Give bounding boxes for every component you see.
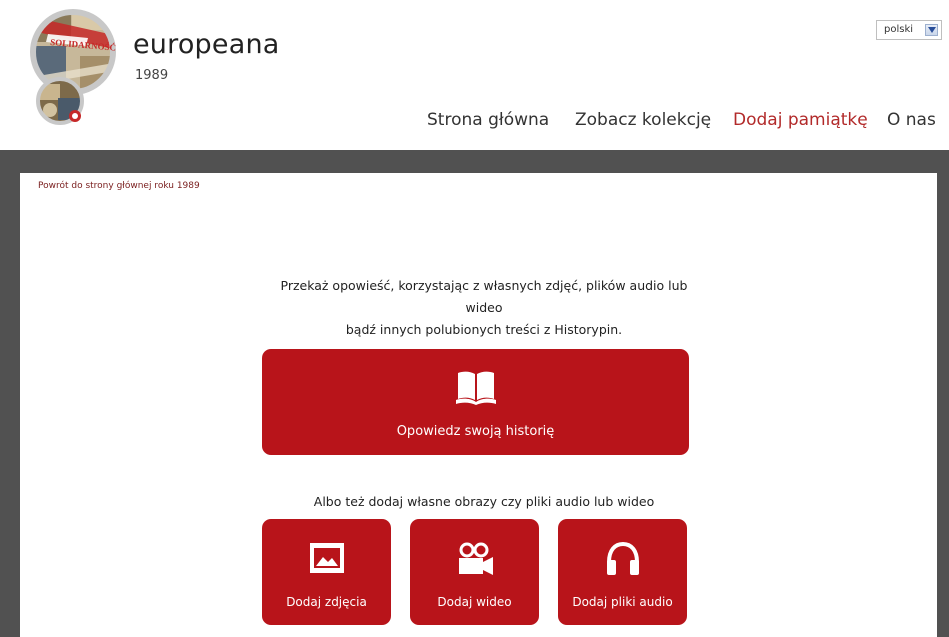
intro-line: wideo — [465, 300, 503, 315]
intro-line: bądź innych polubionych treści z History… — [345, 322, 623, 337]
nav-item-add-memento[interactable]: Dodaj pamiątkę — [733, 110, 868, 130]
add-audio-button[interactable]: Dodaj pliki audio — [558, 519, 687, 625]
tell-story-button[interactable]: Opowiedz swoją historię — [262, 349, 689, 455]
site-header: SOLIDARNOŚĆ europeana 1989 polski Strona… — [0, 0, 949, 150]
back-link[interactable]: Powrót do strony głównej roku 1989 — [38, 181, 200, 191]
add-photos-label: Dodaj zdjęcia — [286, 595, 367, 609]
language-select[interactable]: polski — [876, 20, 942, 40]
brand-year: 1989 — [135, 68, 169, 83]
intro-line: Przekaż opowieść, korzystając z własnych… — [280, 278, 688, 293]
intro-text: Przekaż opowieść, korzystając z własnych… — [262, 275, 706, 341]
nav-item-home[interactable]: Strona główna — [427, 110, 549, 130]
alternative-text: Albo też dodaj własne obrazy czy pliki a… — [313, 494, 655, 509]
add-photos-button[interactable]: Dodaj zdjęcia — [262, 519, 391, 625]
book-icon — [456, 369, 496, 409]
headphones-icon — [605, 541, 641, 580]
video-camera-icon — [457, 542, 495, 580]
add-audio-label: Dodaj pliki audio — [572, 595, 673, 609]
add-video-button[interactable]: Dodaj wideo — [410, 519, 539, 625]
image-icon — [309, 542, 345, 578]
add-video-label: Dodaj wideo — [437, 595, 512, 609]
tell-story-label: Opowiedz swoją historię — [396, 424, 555, 439]
nav-item-collection[interactable]: Zobacz kolekcję — [575, 110, 711, 130]
logo-collage-icon: SOLIDARNOŚĆ — [30, 9, 116, 125]
brand-name[interactable]: europeana — [133, 29, 280, 60]
nav-item-about[interactable]: O nas — [887, 110, 936, 130]
chevron-down-icon[interactable] — [925, 24, 938, 36]
europeana-1989-logo[interactable]: SOLIDARNOŚĆ — [28, 6, 140, 130]
language-select-value: polski — [884, 24, 914, 35]
